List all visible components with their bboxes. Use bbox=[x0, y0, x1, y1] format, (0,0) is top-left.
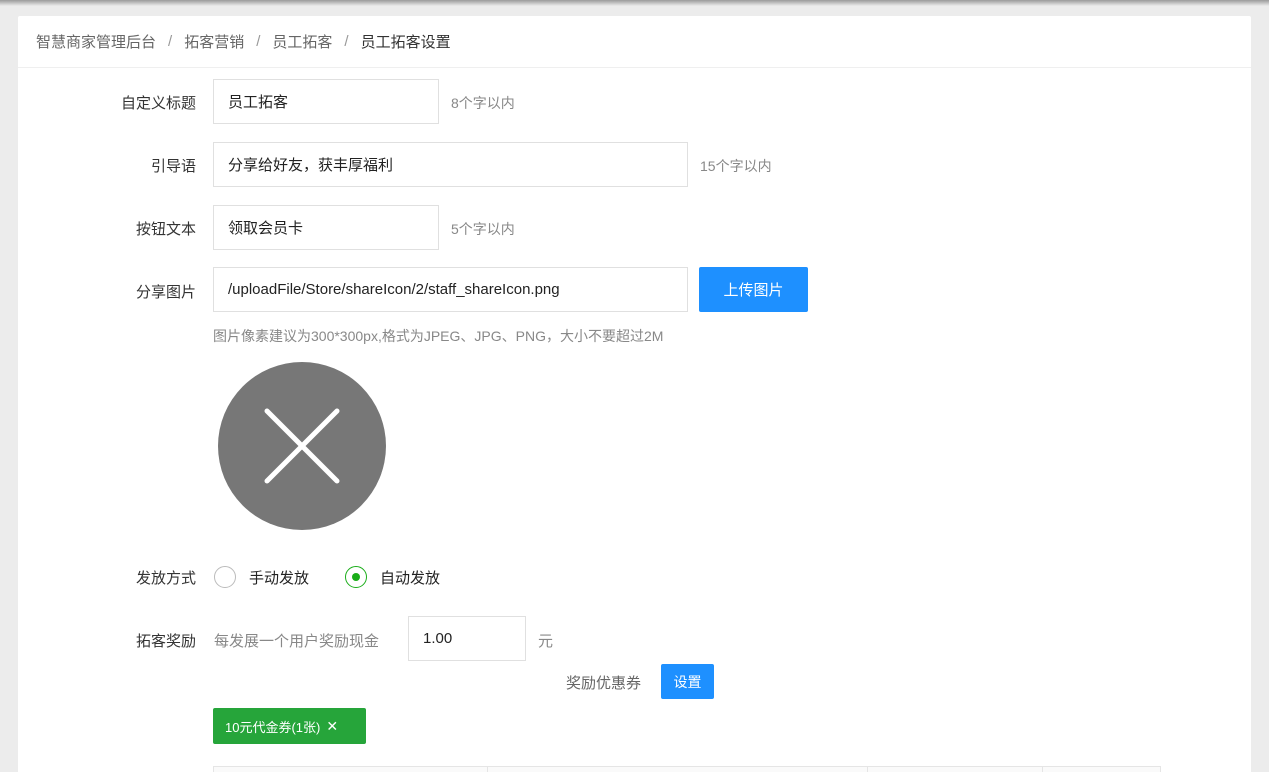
reward-prefix: 每发展一个用户奖励现金 bbox=[214, 633, 380, 650]
guide-label: 引导语 bbox=[150, 158, 196, 175]
share-image-path-input[interactable]: /uploadFile/Store/shareIcon/2/staff_shar… bbox=[213, 267, 688, 312]
breadcrumb-item-current: 员工拓客设置 bbox=[360, 34, 451, 51]
issue-method-label: 发放方式 bbox=[135, 570, 196, 587]
reward-label: 拓客奖励 bbox=[135, 633, 196, 650]
breadcrumb-separator: / bbox=[344, 33, 349, 50]
breadcrumb-item-marketing[interactable]: 拓客营销 bbox=[184, 31, 244, 52]
share-image-preview bbox=[218, 362, 386, 530]
radio-manual-issue-label[interactable]: 手动发放 bbox=[249, 567, 309, 588]
title-hint: 8个字以内 bbox=[451, 95, 515, 111]
breadcrumb-item-staff[interactable]: 员工拓客 bbox=[272, 31, 332, 52]
coupon-tag-label: 10元代金券(1张) bbox=[225, 719, 321, 735]
close-icon[interactable]: ✕ bbox=[326, 718, 338, 735]
share-image-label: 分享图片 bbox=[135, 284, 196, 301]
breadcrumb: 智慧商家管理后台 / 拓客营销 / 员工拓客 / 员工拓客设置 bbox=[18, 16, 1251, 68]
breadcrumb-separator: / bbox=[168, 33, 173, 50]
breadcrumb-separator: / bbox=[256, 33, 261, 50]
window-top-shadow bbox=[0, 0, 1269, 6]
guide-hint: 15个字以内 bbox=[700, 158, 772, 174]
radio-manual-issue[interactable] bbox=[214, 566, 236, 588]
reward-unit: 元 bbox=[538, 633, 554, 650]
coupon-tag: 10元代金券(1张) ✕ bbox=[213, 708, 366, 744]
button-text-hint: 5个字以内 bbox=[451, 221, 515, 237]
share-image-hint: 图片像素建议为300*300px,格式为JPEG、JPG、PNG，大小不要超过2… bbox=[213, 328, 664, 344]
title-input[interactable]: 员工拓客 bbox=[213, 79, 439, 124]
table-column-divider bbox=[487, 767, 488, 772]
reward-cash-input[interactable]: 1.00 bbox=[408, 616, 526, 661]
radio-auto-issue-label[interactable]: 自动发放 bbox=[380, 567, 440, 588]
button-text-input[interactable]: 领取会员卡 bbox=[213, 205, 439, 250]
radio-auto-issue[interactable] bbox=[345, 566, 367, 588]
coupon-settings-button[interactable]: 设置 bbox=[661, 664, 714, 699]
close-x-icon bbox=[264, 408, 340, 484]
button-text-label: 按钮文本 bbox=[135, 221, 196, 238]
coupon-table bbox=[213, 766, 1161, 772]
reward-coupon-label: 奖励优惠券 bbox=[566, 675, 642, 692]
content-card: 智慧商家管理后台 / 拓客营销 / 员工拓客 / 员工拓客设置 自定义标题 员工… bbox=[18, 16, 1251, 772]
upload-image-button[interactable]: 上传图片 bbox=[699, 267, 808, 312]
title-label: 自定义标题 bbox=[120, 95, 196, 112]
breadcrumb-item-home[interactable]: 智慧商家管理后台 bbox=[36, 31, 156, 52]
guide-input[interactable]: 分享给好友，获丰厚福利 bbox=[213, 142, 688, 187]
table-column-divider bbox=[1042, 767, 1043, 772]
table-column-divider bbox=[867, 767, 868, 772]
